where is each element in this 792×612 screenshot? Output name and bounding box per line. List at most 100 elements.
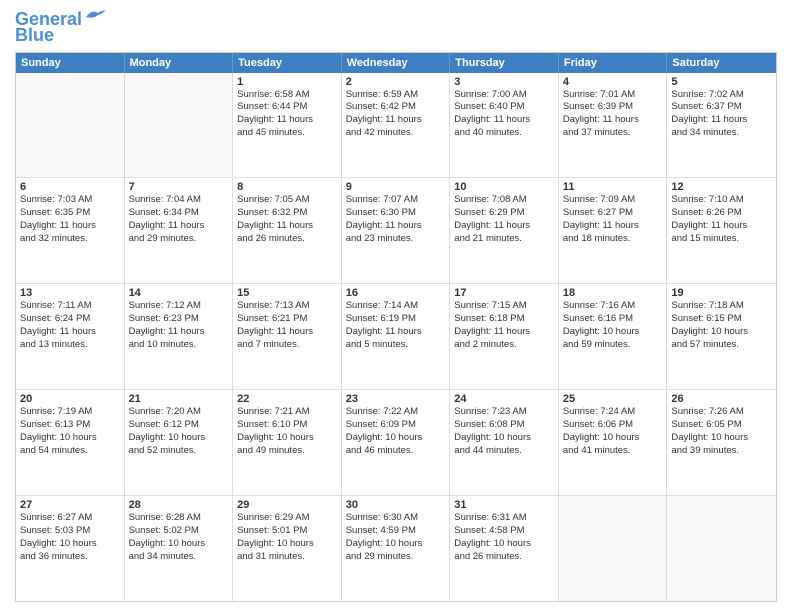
cell-text-line: Sunset: 6:19 PM [346,313,446,326]
cell-text-line: Sunset: 6:27 PM [563,207,663,220]
day-header-sunday: Sunday [16,53,125,73]
logo-bird-icon [84,9,106,25]
cell-text-line: Sunrise: 7:24 AM [563,406,663,419]
cell-text-line: Sunrise: 7:07 AM [346,194,446,207]
cell-text-line: Daylight: 10 hours [20,432,120,445]
day-number: 14 [129,287,229,299]
day-cell-29: 29Sunrise: 6:29 AMSunset: 5:01 PMDayligh… [233,496,342,601]
cell-text-line: Sunset: 6:10 PM [237,419,337,432]
day-cell-18: 18Sunrise: 7:16 AMSunset: 6:16 PMDayligh… [559,284,668,389]
cell-text-line: Sunset: 5:01 PM [237,525,337,538]
day-number: 10 [454,181,554,193]
empty-cell [559,496,668,601]
day-number: 25 [563,393,663,405]
cell-text-line: Daylight: 10 hours [671,326,772,339]
cell-text-line: Daylight: 11 hours [237,114,337,127]
cell-text-line: and 34 minutes. [129,551,229,564]
day-number: 5 [671,76,772,88]
cell-text-line: and 7 minutes. [237,339,337,352]
cell-text-line: Sunrise: 6:30 AM [346,512,446,525]
day-cell-28: 28Sunrise: 6:28 AMSunset: 5:02 PMDayligh… [125,496,234,601]
cell-text-line: Sunset: 6:15 PM [671,313,772,326]
day-cell-22: 22Sunrise: 7:21 AMSunset: 6:10 PMDayligh… [233,390,342,495]
cell-text-line: and 5 minutes. [346,339,446,352]
cell-text-line: and 2 minutes. [454,339,554,352]
calendar-header: SundayMondayTuesdayWednesdayThursdayFrid… [16,53,776,73]
day-number: 12 [671,181,772,193]
cell-text-line: Daylight: 11 hours [454,114,554,127]
cell-text-line: Daylight: 10 hours [129,538,229,551]
empty-cell [125,73,234,178]
day-cell-24: 24Sunrise: 7:23 AMSunset: 6:08 PMDayligh… [450,390,559,495]
cell-text-line: Daylight: 11 hours [346,220,446,233]
day-number: 3 [454,76,554,88]
cell-text-line: and 21 minutes. [454,233,554,246]
day-cell-5: 5Sunrise: 7:02 AMSunset: 6:37 PMDaylight… [667,73,776,178]
cell-text-line: Sunrise: 7:26 AM [671,406,772,419]
cell-text-line: Sunrise: 7:10 AM [671,194,772,207]
day-number: 26 [671,393,772,405]
day-cell-21: 21Sunrise: 7:20 AMSunset: 6:12 PMDayligh… [125,390,234,495]
cell-text-line: and 40 minutes. [454,127,554,140]
cell-text-line: and 23 minutes. [346,233,446,246]
day-number: 24 [454,393,554,405]
day-number: 7 [129,181,229,193]
cell-text-line: Sunrise: 7:03 AM [20,194,120,207]
day-number: 22 [237,393,337,405]
cell-text-line: Sunrise: 7:14 AM [346,300,446,313]
cell-text-line: Sunset: 6:24 PM [20,313,120,326]
day-number: 11 [563,181,663,193]
day-cell-26: 26Sunrise: 7:26 AMSunset: 6:05 PMDayligh… [667,390,776,495]
cell-text-line: Daylight: 11 hours [346,326,446,339]
cell-text-line: Sunset: 4:59 PM [346,525,446,538]
cell-text-line: Sunrise: 7:13 AM [237,300,337,313]
calendar-row-5: 27Sunrise: 6:27 AMSunset: 5:03 PMDayligh… [16,496,776,601]
cell-text-line: Daylight: 11 hours [454,220,554,233]
cell-text-line: Sunrise: 7:19 AM [20,406,120,419]
cell-text-line: Daylight: 11 hours [454,326,554,339]
cell-text-line: Sunrise: 7:00 AM [454,89,554,102]
cell-text-line: Sunset: 6:44 PM [237,101,337,114]
cell-text-line: Daylight: 10 hours [129,432,229,445]
cell-text-line: Daylight: 11 hours [346,114,446,127]
cell-text-line: Sunset: 6:05 PM [671,419,772,432]
calendar-body: 1Sunrise: 6:58 AMSunset: 6:44 PMDaylight… [16,73,776,601]
cell-text-line: Sunrise: 7:21 AM [237,406,337,419]
day-number: 28 [129,499,229,511]
cell-text-line: Daylight: 10 hours [346,538,446,551]
day-cell-23: 23Sunrise: 7:22 AMSunset: 6:09 PMDayligh… [342,390,451,495]
day-cell-7: 7Sunrise: 7:04 AMSunset: 6:34 PMDaylight… [125,178,234,283]
cell-text-line: Sunrise: 7:16 AM [563,300,663,313]
day-number: 21 [129,393,229,405]
cell-text-line: and 45 minutes. [237,127,337,140]
cell-text-line: and 36 minutes. [20,551,120,564]
cell-text-line: Sunrise: 6:59 AM [346,89,446,102]
day-number: 4 [563,76,663,88]
cell-text-line: Daylight: 11 hours [20,220,120,233]
cell-text-line: Sunrise: 6:29 AM [237,512,337,525]
cell-text-line: Sunset: 5:03 PM [20,525,120,538]
calendar-row-4: 20Sunrise: 7:19 AMSunset: 6:13 PMDayligh… [16,390,776,496]
day-cell-1: 1Sunrise: 6:58 AMSunset: 6:44 PMDaylight… [233,73,342,178]
cell-text-line: and 42 minutes. [346,127,446,140]
cell-text-line: Sunrise: 7:20 AM [129,406,229,419]
cell-text-line: Sunset: 6:16 PM [563,313,663,326]
cell-text-line: Daylight: 10 hours [671,432,772,445]
cell-text-line: and 26 minutes. [237,233,337,246]
day-cell-20: 20Sunrise: 7:19 AMSunset: 6:13 PMDayligh… [16,390,125,495]
cell-text-line: Sunset: 6:34 PM [129,207,229,220]
cell-text-line: Daylight: 11 hours [237,326,337,339]
cell-text-line: Sunrise: 7:01 AM [563,89,663,102]
day-cell-9: 9Sunrise: 7:07 AMSunset: 6:30 PMDaylight… [342,178,451,283]
day-cell-19: 19Sunrise: 7:18 AMSunset: 6:15 PMDayligh… [667,284,776,389]
day-cell-27: 27Sunrise: 6:27 AMSunset: 5:03 PMDayligh… [16,496,125,601]
calendar-row-1: 1Sunrise: 6:58 AMSunset: 6:44 PMDaylight… [16,73,776,179]
cell-text-line: Sunset: 6:30 PM [346,207,446,220]
cell-text-line: and 52 minutes. [129,445,229,458]
cell-text-line: Sunset: 6:21 PM [237,313,337,326]
day-cell-17: 17Sunrise: 7:15 AMSunset: 6:18 PMDayligh… [450,284,559,389]
day-number: 20 [20,393,120,405]
cell-text-line: Sunset: 6:32 PM [237,207,337,220]
cell-text-line: and 29 minutes. [129,233,229,246]
cell-text-line: Sunrise: 7:02 AM [671,89,772,102]
